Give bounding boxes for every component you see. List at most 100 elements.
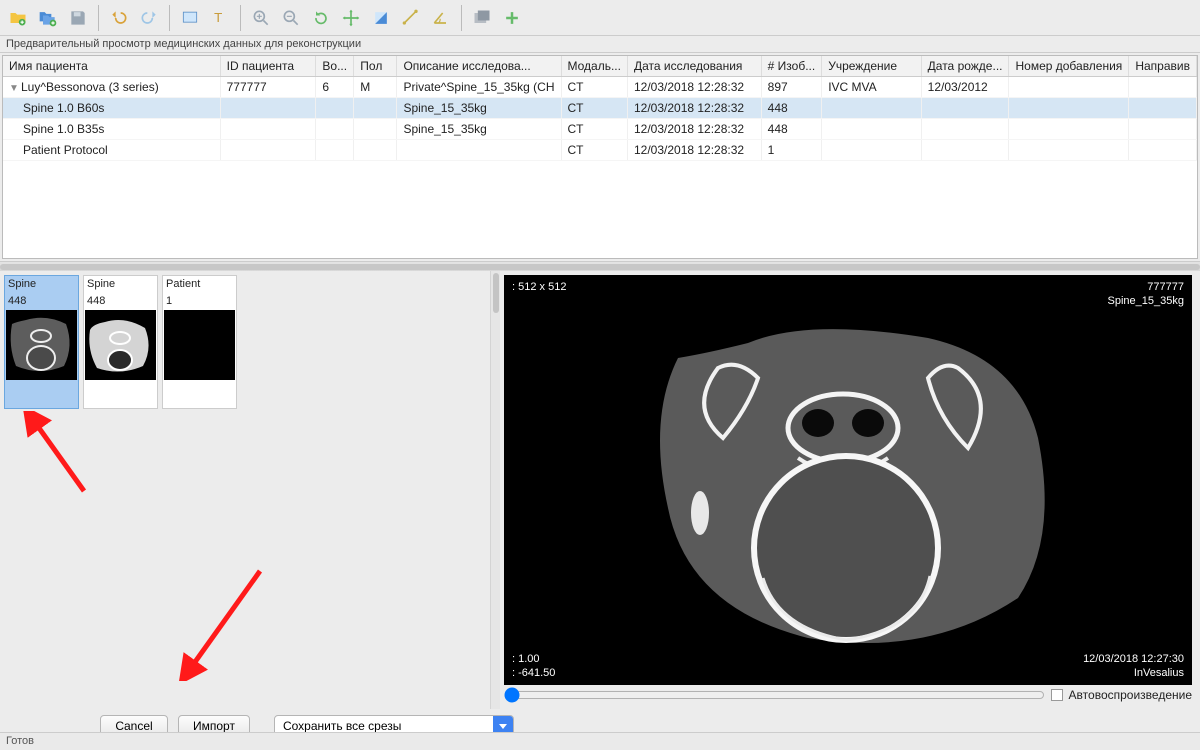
pan-button[interactable]	[337, 4, 365, 32]
rotate-button[interactable]	[307, 4, 335, 32]
overlay-patient-id: 777777	[1147, 281, 1184, 293]
table-cell: CT	[561, 140, 627, 161]
thumbnails-row: Spine448Spine448Patient1	[4, 275, 496, 409]
table-row[interactable]: Patient ProtocolCT12/03/2018 12:28:321	[3, 140, 1197, 161]
undo-button[interactable]	[105, 4, 133, 32]
disclosure-triangle-icon[interactable]: ▼	[9, 83, 19, 94]
table-cell: 897	[761, 77, 822, 98]
table-cell: CT	[561, 77, 627, 98]
column-header[interactable]: Имя пациента	[3, 56, 220, 77]
table-cell: 12/03/2018 12:28:32	[627, 98, 761, 119]
main-toolbar: T	[0, 0, 1200, 36]
table-cell	[1129, 98, 1197, 119]
open-folder-button[interactable]	[4, 4, 32, 32]
table-row[interactable]: Spine 1.0 B35sSpine_15_35kgCT12/03/2018 …	[3, 119, 1197, 140]
table-cell: 1	[761, 140, 822, 161]
measure-angle-button[interactable]	[427, 4, 455, 32]
annotation-arrow-thumbnail	[14, 411, 114, 501]
separator	[169, 5, 170, 31]
slice-slider-row: Автовоспроизведение	[504, 685, 1192, 705]
table-cell	[1129, 140, 1197, 161]
table-cell: Spine_15_35kg	[397, 119, 561, 140]
overlay-dimensions: : 512 x 512	[512, 281, 566, 293]
column-header[interactable]: Модаль...	[561, 56, 627, 77]
table-cell	[220, 140, 316, 161]
contrast-button[interactable]	[367, 4, 395, 32]
column-header[interactable]: # Изоб...	[761, 56, 822, 77]
table-cell: Spine_15_35kg	[397, 98, 561, 119]
redo-button[interactable]	[135, 4, 163, 32]
table-cell: 6	[316, 77, 354, 98]
table-cell: M	[354, 77, 397, 98]
separator	[240, 5, 241, 31]
save-button[interactable]	[64, 4, 92, 32]
thumb-title: Spine	[5, 276, 78, 293]
column-header[interactable]: Во...	[316, 56, 354, 77]
table-cell	[1129, 119, 1197, 140]
dicom-viewer[interactable]: : 512 x 512 777777 Spine_15_35kg : 1.00 …	[504, 275, 1192, 685]
thumb-title: Spine	[84, 276, 157, 293]
zoom-in-button[interactable]	[247, 4, 275, 32]
table-cell	[354, 98, 397, 119]
screenshot-button[interactable]	[468, 4, 496, 32]
view-slice-button[interactable]	[176, 4, 204, 32]
column-header[interactable]: Учреждение	[822, 56, 921, 77]
table-cell: 448	[761, 119, 822, 140]
thumb-title: Patient	[163, 276, 236, 293]
measure-line-button[interactable]	[397, 4, 425, 32]
table-row[interactable]: ▼Luy^Bessonova (3 series)7777776MPrivate…	[3, 77, 1197, 98]
table-cell	[921, 140, 1009, 161]
table-cell	[921, 119, 1009, 140]
annotation-arrow-import	[170, 561, 280, 681]
viewer-pane: : 512 x 512 777777 Spine_15_35kg : 1.00 …	[500, 271, 1200, 709]
column-header[interactable]: Пол	[354, 56, 397, 77]
thumb-image	[6, 310, 77, 380]
column-header[interactable]: ID пациента	[220, 56, 316, 77]
table-cell	[397, 140, 561, 161]
thumb-image	[164, 310, 235, 380]
table-cell	[1009, 119, 1129, 140]
series-thumbnail[interactable]: Spine448	[4, 275, 79, 409]
table-cell	[316, 140, 354, 161]
status-bar: Готов	[0, 732, 1200, 750]
thumb-count: 448	[84, 293, 157, 310]
slice-slider[interactable]	[504, 687, 1045, 703]
table-cell	[316, 98, 354, 119]
overlay-slice: : 1.00	[512, 653, 540, 665]
table-cell: 448	[761, 98, 822, 119]
table-row[interactable]: Spine 1.0 B60sSpine_15_35kgCT12/03/2018 …	[3, 98, 1197, 119]
column-header[interactable]: Направив	[1129, 56, 1197, 77]
add-button[interactable]	[498, 4, 526, 32]
vertical-scrollbar[interactable]	[490, 271, 500, 709]
table-cell: 12/03/2018 12:28:32	[627, 119, 761, 140]
table-cell	[220, 98, 316, 119]
text-tool-button[interactable]: T	[206, 4, 234, 32]
column-header[interactable]: Дата исследования	[627, 56, 761, 77]
lower-container: Spine448Spine448Patient1 : 512 x 512 777…	[0, 271, 1200, 709]
table-cell: ▼Luy^Bessonova (3 series)	[3, 77, 220, 98]
panel-title: Предварительный просмотр медицинских дан…	[0, 36, 1200, 53]
table-cell: 12/03/2012	[921, 77, 1009, 98]
open-multi-folder-button[interactable]	[34, 4, 62, 32]
horizontal-scrollbar[interactable]	[0, 261, 1200, 271]
series-thumbnail[interactable]: Spine448	[83, 275, 158, 409]
thumb-count: 1	[163, 293, 236, 310]
table-cell	[1009, 77, 1129, 98]
data-table-container: Имя пациентаID пациентаВо...ПолОписание …	[2, 55, 1198, 259]
overlay-position: : -641.50	[512, 667, 555, 679]
table-cell	[220, 119, 316, 140]
data-table[interactable]: Имя пациентаID пациентаВо...ПолОписание …	[3, 56, 1197, 161]
column-header[interactable]: Описание исследова...	[397, 56, 561, 77]
table-cell: 777777	[220, 77, 316, 98]
zoom-out-button[interactable]	[277, 4, 305, 32]
table-cell	[921, 98, 1009, 119]
column-header[interactable]: Дата рожде...	[921, 56, 1009, 77]
separator	[98, 5, 99, 31]
table-cell: 12/03/2018 12:28:32	[627, 140, 761, 161]
ct-slice-image	[628, 298, 1068, 678]
autoplay-checkbox[interactable]	[1051, 689, 1063, 701]
svg-text:T: T	[214, 10, 222, 25]
table-cell: IVC MVA	[822, 77, 921, 98]
series-thumbnail[interactable]: Patient1	[162, 275, 237, 409]
column-header[interactable]: Номер добавления	[1009, 56, 1129, 77]
